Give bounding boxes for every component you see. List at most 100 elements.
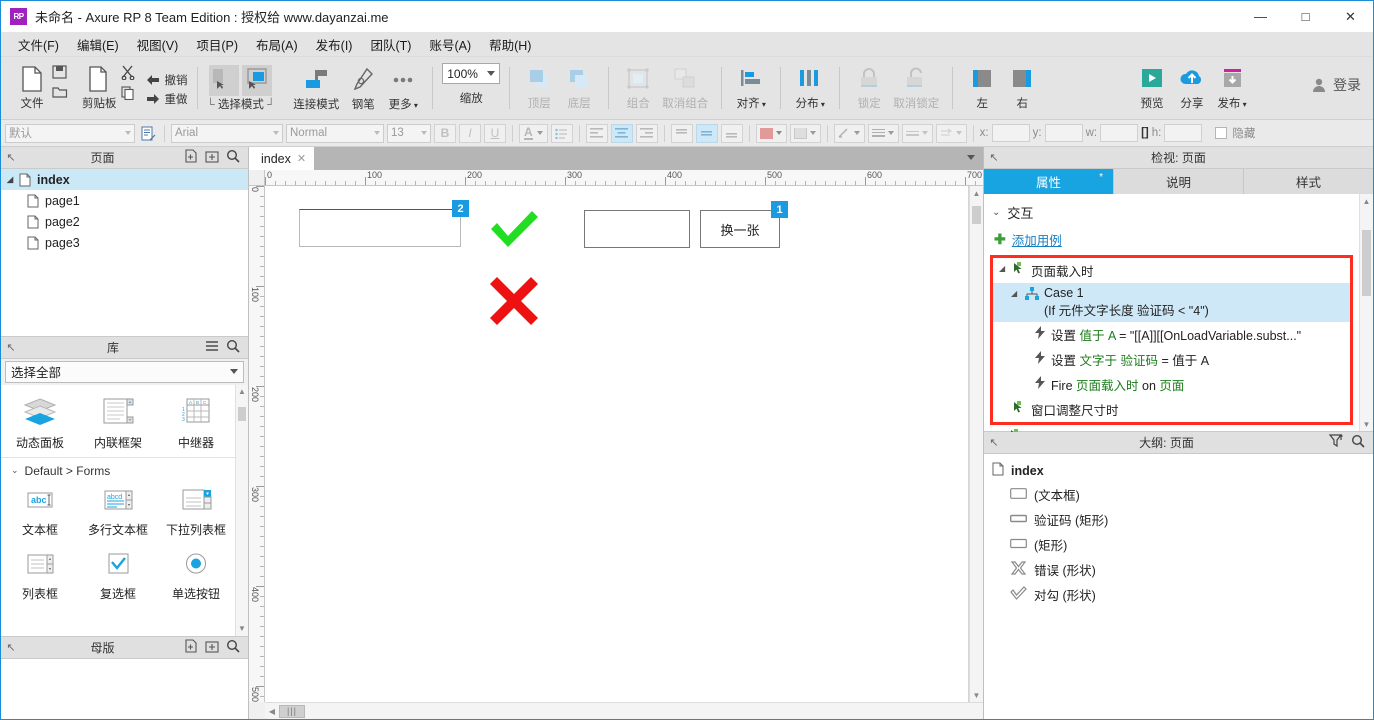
library-item-repeater[interactable]: ABC123 中继器: [157, 389, 235, 457]
minimize-button[interactable]: —: [1238, 1, 1283, 32]
library-item-checkbox[interactable]: 复选框: [79, 544, 157, 608]
zoom-select[interactable]: 100%: [442, 63, 501, 84]
scroll-up-icon[interactable]: ▲: [970, 186, 983, 200]
share-button[interactable]: 分享: [1172, 61, 1212, 113]
unlock-button[interactable]: 取消锁定: [889, 61, 943, 113]
valign-top-button[interactable]: [670, 123, 693, 143]
collapse-arrow-icon[interactable]: ↖: [1, 151, 21, 164]
menu-view[interactable]: 视图(V): [128, 31, 188, 58]
x-input[interactable]: [991, 124, 1030, 142]
tab-style[interactable]: 样式: [1244, 169, 1373, 194]
align-button[interactable]: 对齐 ▾: [731, 61, 771, 113]
align-right-button[interactable]: [635, 123, 658, 143]
valign-bottom-button[interactable]: [720, 123, 743, 143]
page-row-page2[interactable]: page2: [1, 211, 248, 232]
outline-row-check-shape[interactable]: 对勾 (形状): [984, 582, 1373, 607]
preview-button[interactable]: 预览: [1132, 61, 1172, 113]
y-input[interactable]: [1044, 124, 1083, 142]
copy-icon[interactable]: [121, 86, 135, 103]
outline-row-textfield[interactable]: (文本框): [984, 482, 1373, 507]
more-button[interactable]: 更多 ▾: [383, 62, 423, 114]
lock-ratio-icon[interactable]: []: [1141, 127, 1149, 139]
menu-edit[interactable]: 编辑(E): [68, 31, 128, 58]
scrollbar-thumb[interactable]: |||: [279, 704, 305, 718]
redo-button[interactable]: 重做: [146, 91, 188, 107]
tab-properties[interactable]: 属性 *: [984, 169, 1114, 194]
outline-row-error-shape[interactable]: 错误 (形状): [984, 557, 1373, 582]
expand-arrow-icon[interactable]: ◢: [7, 175, 19, 184]
add-master-folder-icon[interactable]: [205, 639, 219, 656]
add-folder-icon[interactable]: [205, 149, 219, 166]
page-row-page1[interactable]: page1: [1, 190, 248, 211]
library-item-radiobutton[interactable]: 单选按钮: [157, 544, 235, 608]
add-master-icon[interactable]: [184, 638, 198, 656]
line-width-button[interactable]: [867, 123, 899, 143]
event-row-case1[interactable]: ◢ Case 1 (If 元件文字长度 验证码 < "4"): [993, 283, 1350, 322]
scroll-left-icon[interactable]: ◀: [265, 707, 279, 716]
menu-publish[interactable]: 发布(I): [307, 31, 362, 58]
library-item-listbox[interactable]: 列表框: [1, 544, 79, 608]
search-icon[interactable]: [226, 639, 240, 656]
collapse-arrow-icon[interactable]: ↖: [1, 341, 21, 354]
refresh-button[interactable]: 换一张: [700, 210, 780, 248]
bring-front-button[interactable]: 顶层: [519, 61, 559, 113]
scroll-up-icon[interactable]: ▲: [1360, 194, 1373, 208]
h-input[interactable]: [1164, 124, 1203, 142]
search-icon[interactable]: [1351, 434, 1365, 451]
filter-icon[interactable]: [1328, 434, 1344, 451]
collapse-arrow-icon[interactable]: ↖: [984, 151, 1004, 164]
outline-row-rect[interactable]: (矩形): [984, 532, 1373, 557]
masters-list[interactable]: [1, 658, 248, 719]
search-icon[interactable]: [226, 339, 240, 356]
menu-project[interactable]: 项目(P): [187, 31, 247, 58]
bullet-list-button[interactable]: [550, 123, 573, 143]
menu-team[interactable]: 团队(T): [361, 31, 420, 58]
event-row-action-fire[interactable]: Fire 页面载入时 on 页面: [993, 372, 1350, 397]
publish-button[interactable]: 发布 ▾: [1212, 61, 1252, 113]
scroll-up-icon[interactable]: ▲: [236, 385, 248, 399]
interactions-header[interactable]: ⌄ 交互: [984, 200, 1359, 226]
library-item-droplist[interactable]: 下拉列表框: [157, 480, 235, 544]
connect-mode-btn[interactable]: 连接模式: [289, 62, 343, 114]
event-row-page-load[interactable]: ◢ 页面载入时: [993, 258, 1350, 283]
expand-arrow-icon[interactable]: ◢: [1011, 286, 1020, 298]
close-icon[interactable]: ✕: [297, 152, 306, 165]
right-panel-button[interactable]: 右: [1002, 61, 1042, 113]
lock-button[interactable]: 锁定: [849, 61, 889, 113]
style-select[interactable]: 默认: [5, 123, 135, 143]
font-weight-select[interactable]: Normal: [286, 123, 384, 143]
library-scrollbar[interactable]: ▲ ▼: [235, 384, 248, 636]
style-editor-button[interactable]: [138, 124, 158, 143]
scroll-down-icon[interactable]: ▼: [236, 622, 248, 636]
menu-account[interactable]: 账号(A): [420, 31, 480, 58]
undo-button[interactable]: 撤销: [146, 72, 188, 88]
italic-button[interactable]: I: [459, 123, 481, 143]
align-left-button[interactable]: [585, 123, 608, 143]
error-cross-shape[interactable]: [488, 275, 540, 327]
open-folder-icon[interactable]: [52, 85, 68, 101]
font-family-select[interactable]: Arial: [171, 123, 283, 143]
font-size-select[interactable]: 13: [387, 123, 431, 143]
chevron-down-icon[interactable]: [967, 155, 975, 160]
select-mode-button[interactable]: [209, 64, 240, 96]
menu-layout[interactable]: 布局(A): [247, 31, 307, 58]
maximize-button[interactable]: □: [1283, 1, 1328, 32]
clipboard-button[interactable]: 剪贴板: [78, 61, 121, 113]
ungroup-button[interactable]: 取消组合: [658, 61, 712, 113]
library-menu-icon[interactable]: [205, 340, 219, 355]
library-section-header[interactable]: ⌄ Default > Forms: [1, 456, 235, 480]
connect-mode-button[interactable]: [242, 64, 273, 96]
align-center-button[interactable]: [610, 123, 633, 143]
font-color-button[interactable]: A: [519, 123, 548, 143]
underline-button[interactable]: U: [484, 123, 506, 143]
hidden-checkbox[interactable]: [1215, 127, 1228, 139]
event-row-action-set-text[interactable]: 设置 文字于 验证码 = 值于 A: [993, 347, 1350, 372]
close-button[interactable]: ✕: [1328, 1, 1373, 32]
expand-arrow-icon[interactable]: ◢: [999, 261, 1008, 273]
interaction-badge[interactable]: 2: [452, 200, 469, 217]
add-case-button[interactable]: ✚ 添加用例: [984, 226, 1359, 255]
library-item-textarea[interactable]: abcd 多行文本框: [79, 480, 157, 544]
outline-row-index[interactable]: index: [984, 459, 1373, 482]
menu-help[interactable]: 帮助(H): [480, 31, 540, 58]
outline-row-captcha-rect[interactable]: 验证码 (矩形): [984, 507, 1373, 532]
